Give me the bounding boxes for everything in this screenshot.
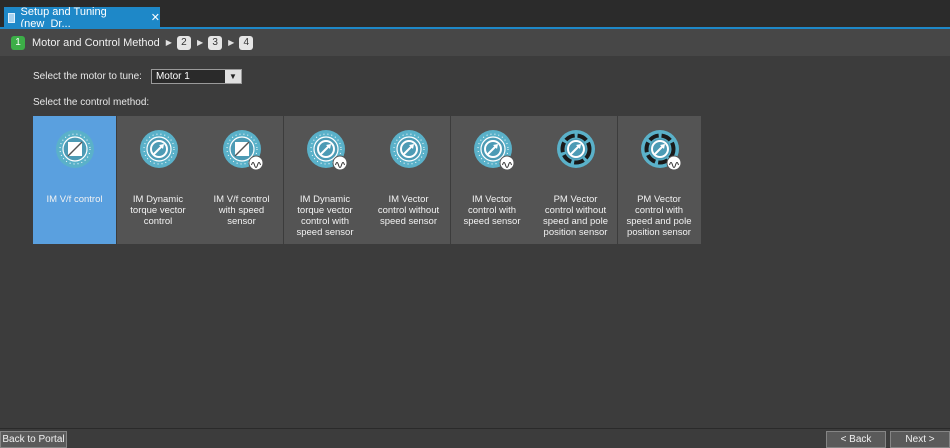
im-dynamic-torque-speed-sensor-icon: [306, 129, 347, 171]
step-1-current[interactable]: 1 Motor and Control Method: [11, 35, 160, 50]
motor-select[interactable]: Motor 1 ▼: [150, 69, 242, 84]
control-method-label: IM V/f control: [46, 194, 103, 205]
back-to-portal-button[interactable]: Back to Portal: [0, 431, 67, 448]
tab-title: Setup and Tuning (new_Dr...: [20, 5, 107, 30]
control-method-label: IM Vector control with speed sensor: [463, 194, 521, 227]
motor-select-value: Motor 1: [155, 71, 190, 82]
tab-setup-and-tuning[interactable]: Setup and Tuning (new_Dr... ✕: [4, 5, 160, 30]
pm-vector-icon: [556, 129, 596, 169]
chevron-down-icon[interactable]: ▼: [224, 70, 241, 83]
close-icon[interactable]: ✕: [151, 11, 160, 24]
control-method-label: IM Vector control without speed sensor: [377, 194, 440, 227]
next-button[interactable]: Next >: [890, 431, 950, 448]
step-arrow-icon: ▶: [228, 38, 235, 47]
im-dynamic-torque-icon: [139, 129, 179, 169]
footer-divider: [0, 428, 950, 429]
motor-selection-row: Select the motor to tune: Motor 1 ▼: [33, 69, 242, 84]
control-method-tile[interactable]: IM Dynamic torque vector control with sp…: [283, 116, 367, 244]
control-method-tile[interactable]: PM Vector control without speed and pole…: [534, 116, 617, 244]
step-2-badge[interactable]: 2: [176, 35, 191, 50]
step-4-badge[interactable]: 4: [239, 35, 254, 50]
control-method-tile[interactable]: IM V/f control with speed sensor: [200, 116, 283, 244]
step-3-badge[interactable]: 3: [208, 35, 223, 50]
pm-vector-sensor-icon: [640, 129, 681, 171]
step-arrow-icon: ▶: [196, 38, 204, 47]
step-1-label: Motor and Control Method: [32, 36, 160, 49]
control-method-label: PM Vector control with speed and pole po…: [626, 194, 692, 238]
control-method-tile[interactable]: IM Vector control without speed sensor: [367, 116, 450, 244]
control-method-label: Select the control method:: [33, 97, 150, 108]
im-vector-icon: [389, 129, 429, 169]
control-method-tile[interactable]: IM Vector control with speed sensor: [450, 116, 534, 244]
control-method-tile[interactable]: IM Dynamic torque vector control: [116, 116, 200, 244]
motor-label: Select the motor to tune:: [33, 71, 142, 82]
control-method-label: IM Dynamic torque vector control with sp…: [296, 194, 354, 238]
im-vf-icon: [55, 129, 95, 169]
control-method-tile[interactable]: IM V/f control: [33, 116, 116, 244]
control-method-label: PM Vector control without speed and pole…: [543, 194, 608, 238]
step-1-badge: 1: [11, 35, 25, 50]
control-method-tile[interactable]: PM Vector control with speed and pole po…: [617, 116, 701, 244]
tab-bar: Setup and Tuning (new_Dr... ✕: [0, 0, 950, 30]
control-method-label: IM V/f control with speed sensor: [213, 194, 270, 227]
document-icon: [8, 12, 15, 23]
im-vf-speed-sensor-icon: [222, 129, 264, 171]
back-button[interactable]: < Back: [826, 431, 886, 448]
control-method-label: IM Dynamic torque vector control: [130, 194, 186, 227]
step-arrow-icon: ▶: [165, 38, 172, 47]
im-vector-speed-sensor-icon: [473, 129, 514, 171]
step-navigation: 1 Motor and Control Method ▶ 2 ▶ 3 ▶ 4: [0, 29, 950, 56]
